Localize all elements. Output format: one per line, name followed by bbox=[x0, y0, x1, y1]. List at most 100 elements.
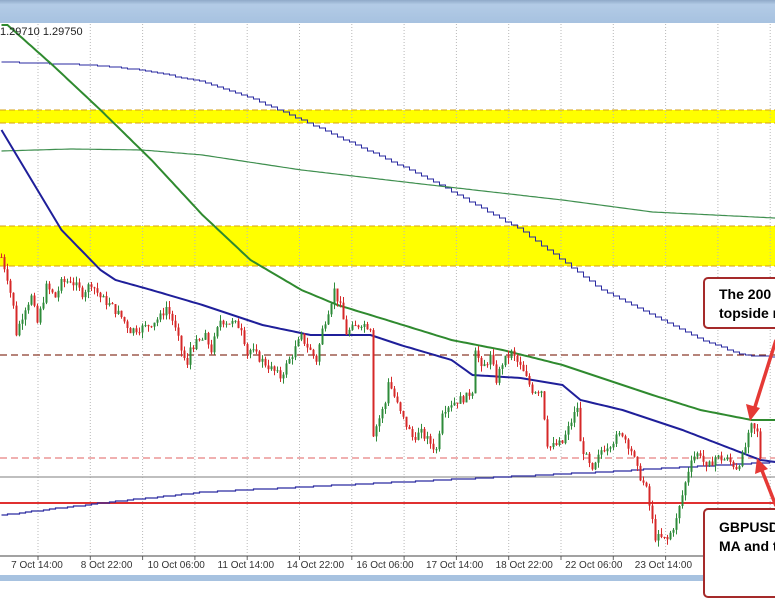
candle-down bbox=[79, 282, 81, 287]
candle-up bbox=[697, 453, 699, 456]
candle-up bbox=[610, 447, 612, 448]
candle-up bbox=[271, 366, 273, 369]
candle-down bbox=[391, 382, 393, 388]
candle-up bbox=[382, 409, 384, 418]
candle-down bbox=[7, 269, 9, 280]
candle-down bbox=[229, 324, 231, 325]
candle-down bbox=[562, 440, 564, 443]
candle-down bbox=[10, 281, 12, 293]
annotation-top-line-1: The 200 bbox=[705, 285, 775, 304]
candle-up bbox=[607, 449, 609, 452]
x-tick-label: 7 Oct 14:00 bbox=[11, 560, 63, 571]
candle-up bbox=[511, 351, 513, 358]
candle-up bbox=[445, 412, 447, 414]
candle-up bbox=[226, 324, 228, 325]
candle-up bbox=[616, 434, 618, 443]
candle-up bbox=[553, 443, 555, 447]
candle-up bbox=[619, 433, 621, 434]
candle-down bbox=[493, 355, 495, 365]
x-axis-labels: 7 Oct 14:008 Oct 22:0010 Oct 06:0011 Oct… bbox=[11, 560, 762, 571]
candle-down bbox=[211, 344, 213, 352]
candle-down bbox=[112, 303, 114, 304]
candle-down bbox=[523, 365, 525, 371]
candle-down bbox=[121, 311, 123, 317]
candle-up bbox=[67, 281, 69, 282]
annotation-bottom-line-2: MA and the bbox=[705, 537, 775, 556]
candle-down bbox=[172, 314, 174, 321]
candle-up bbox=[46, 284, 48, 303]
candle-up bbox=[577, 408, 579, 412]
candle-up bbox=[688, 472, 690, 483]
candle-up bbox=[466, 393, 468, 403]
candle-down bbox=[433, 444, 435, 450]
candle-down bbox=[733, 462, 735, 467]
candle-up bbox=[328, 314, 330, 324]
candle-up bbox=[385, 403, 387, 409]
candle-down bbox=[409, 427, 411, 429]
candle-down bbox=[757, 428, 759, 431]
candle-down bbox=[754, 423, 756, 428]
candle-up bbox=[421, 429, 423, 433]
candle-up bbox=[154, 323, 156, 327]
candle-down bbox=[415, 437, 417, 440]
candle-up bbox=[472, 393, 474, 396]
candle-up bbox=[568, 426, 570, 435]
candle-up bbox=[145, 325, 147, 326]
candle-up bbox=[565, 435, 567, 444]
candle-down bbox=[64, 279, 66, 282]
candle-up bbox=[682, 495, 684, 506]
candle-down bbox=[580, 408, 582, 441]
candle-down bbox=[646, 483, 648, 487]
candle-down bbox=[589, 454, 591, 463]
candle-down bbox=[343, 303, 345, 320]
candle-up bbox=[58, 291, 60, 298]
candle-up bbox=[418, 433, 420, 440]
candle-down bbox=[313, 350, 315, 356]
candle-down bbox=[73, 282, 75, 285]
candle-up bbox=[331, 304, 333, 315]
candle-up bbox=[103, 296, 105, 297]
candle-down bbox=[106, 296, 108, 305]
candle-down bbox=[37, 306, 39, 323]
candle-down bbox=[181, 336, 183, 351]
candle-down bbox=[97, 288, 99, 293]
candle-up bbox=[220, 321, 222, 327]
candle-down bbox=[241, 328, 243, 330]
candle-up bbox=[745, 447, 747, 453]
candle-up bbox=[109, 303, 111, 305]
candle-down bbox=[457, 403, 459, 404]
price-chart[interactable]: 7 Oct 14:008 Oct 22:0010 Oct 06:0011 Oct… bbox=[0, 0, 775, 581]
candle-down bbox=[34, 295, 36, 305]
candle-up bbox=[214, 336, 216, 352]
candle-up bbox=[658, 534, 660, 541]
candle-down bbox=[244, 330, 246, 344]
candle-up bbox=[490, 355, 492, 365]
candle-up bbox=[448, 408, 450, 412]
candle-up bbox=[673, 530, 675, 533]
candle-down bbox=[628, 440, 630, 449]
header-bar bbox=[0, 0, 775, 23]
candle-down bbox=[622, 433, 624, 436]
candle-up bbox=[484, 364, 486, 366]
candle-down bbox=[304, 334, 306, 344]
x-tick-label: 16 Oct 06:00 bbox=[356, 560, 414, 571]
candle-up bbox=[454, 403, 456, 406]
candle-down bbox=[469, 393, 471, 396]
candle-down bbox=[652, 506, 654, 519]
candle-down bbox=[526, 371, 528, 376]
candle-up bbox=[559, 440, 561, 445]
candle-up bbox=[19, 324, 21, 336]
candle-up bbox=[670, 533, 672, 540]
candle-up bbox=[295, 346, 297, 357]
candle-up bbox=[676, 518, 678, 530]
footer-bar bbox=[0, 575, 775, 581]
annotation-top-line-2: topside ro bbox=[705, 304, 775, 323]
candle-up bbox=[301, 334, 303, 340]
candle-down bbox=[124, 317, 126, 321]
candle-up bbox=[586, 454, 588, 455]
candle-up bbox=[748, 433, 750, 447]
candle-down bbox=[736, 467, 738, 469]
x-tick-label: 8 Oct 22:00 bbox=[81, 560, 133, 571]
candle-down bbox=[667, 537, 669, 539]
candle-down bbox=[100, 293, 102, 298]
